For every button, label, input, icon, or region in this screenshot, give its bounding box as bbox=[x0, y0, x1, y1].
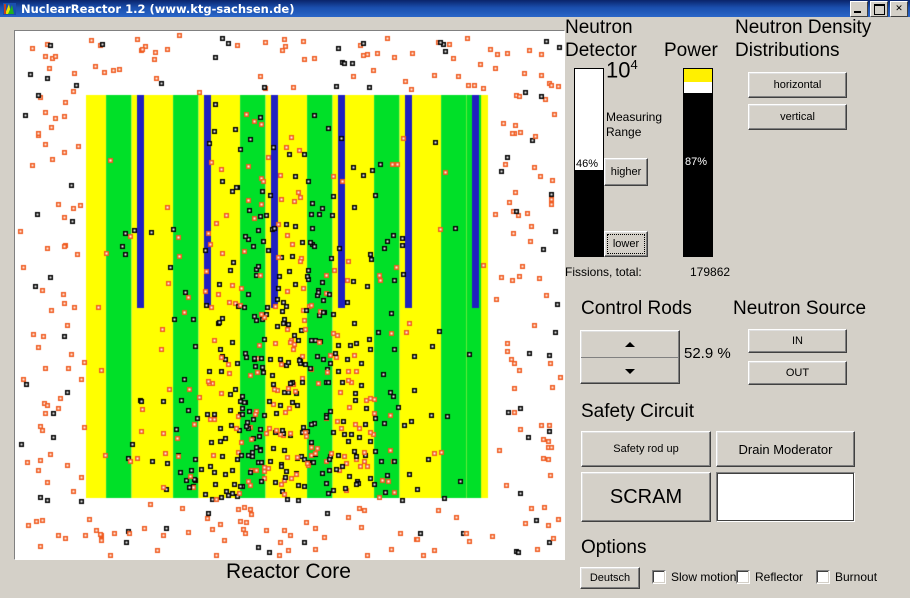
neutron-source-in-button[interactable]: IN bbox=[748, 329, 847, 353]
fissions-total-value: 179862 bbox=[690, 265, 731, 279]
slow-motion-label: Slow motion bbox=[671, 570, 737, 584]
control-rods-down-button[interactable] bbox=[581, 357, 679, 384]
measuring-range-exponent: 104 bbox=[606, 57, 638, 83]
slow-motion-checkbox[interactable] bbox=[652, 570, 666, 584]
reflector-checkbox[interactable] bbox=[736, 570, 750, 584]
measuring-range-label-line2: Range bbox=[606, 125, 642, 139]
power-bar: 87% bbox=[683, 68, 713, 257]
reactor-core-label: Reactor Core bbox=[226, 560, 351, 583]
window-buttons: ✕ bbox=[850, 1, 908, 17]
close-button[interactable]: ✕ bbox=[890, 1, 908, 17]
chevron-up-icon bbox=[625, 341, 635, 347]
control-rods-up-button[interactable] bbox=[581, 331, 679, 357]
reactor-core-view[interactable] bbox=[14, 30, 565, 560]
density-heading-line1: Neutron Density bbox=[735, 17, 872, 38]
checkbox-reflector[interactable]: Reflector bbox=[736, 570, 803, 584]
maximize-button[interactable] bbox=[870, 1, 888, 17]
app-icon bbox=[2, 2, 17, 16]
window-title: NuclearReactor 1.2 (www.ktg-sachsen.de) bbox=[21, 1, 295, 16]
measuring-range-higher-button[interactable]: higher bbox=[604, 158, 648, 186]
language-button[interactable]: Deutsch bbox=[580, 567, 640, 589]
power-percent: 87% bbox=[685, 156, 708, 169]
options-heading: Options bbox=[581, 537, 647, 558]
control-rods-spinner[interactable] bbox=[580, 330, 680, 384]
neutron-source-heading: Neutron Source bbox=[733, 298, 867, 319]
measuring-range-label-line1: Measuring bbox=[606, 110, 663, 124]
neutron-detector-percent: 46% bbox=[576, 157, 599, 170]
neutron-detector-bar: 46% bbox=[574, 68, 604, 257]
power-heading: Power bbox=[664, 40, 718, 61]
chevron-down-icon bbox=[625, 368, 635, 374]
checkbox-slow-motion[interactable]: Slow motion bbox=[652, 570, 736, 584]
safety-status-readout bbox=[716, 472, 855, 522]
control-rods-value: 52.9 % bbox=[684, 345, 731, 362]
burnout-checkbox[interactable] bbox=[816, 570, 830, 584]
checkbox-burnout[interactable]: Burnout bbox=[816, 570, 877, 584]
burnout-label: Burnout bbox=[835, 570, 878, 584]
neutron-source-out-button[interactable]: OUT bbox=[748, 361, 847, 385]
title-bar[interactable]: NuclearReactor 1.2 (www.ktg-sachsen.de) … bbox=[0, 0, 910, 17]
density-vertical-button[interactable]: vertical bbox=[748, 104, 847, 130]
reactor-core-canvas[interactable] bbox=[15, 31, 564, 559]
neutron-detector-heading-line1: Neutron bbox=[565, 17, 633, 38]
control-rods-heading: Control Rods bbox=[581, 298, 692, 319]
measuring-range-lower-button[interactable]: lower bbox=[604, 231, 648, 257]
safety-circuit-heading: Safety Circuit bbox=[581, 401, 694, 422]
minimize-button[interactable] bbox=[850, 1, 868, 17]
density-horizontal-button[interactable]: horizontal bbox=[748, 72, 847, 98]
fissions-total-label: Fissions, total: bbox=[565, 265, 642, 279]
scram-button[interactable]: SCRAM bbox=[581, 472, 711, 522]
reflector-label: Reflector bbox=[755, 570, 804, 584]
safety-rod-up-button[interactable]: Safety rod up bbox=[581, 431, 711, 467]
drain-moderator-button[interactable]: Drain Moderator bbox=[716, 431, 855, 467]
density-heading-line2: Distributions bbox=[735, 40, 840, 61]
